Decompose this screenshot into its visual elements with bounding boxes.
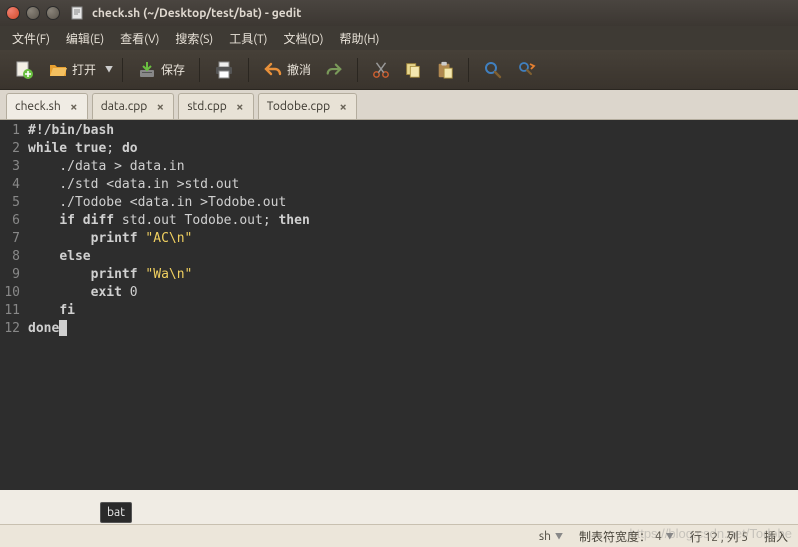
app-icon (70, 5, 86, 21)
toolbar-separator (199, 58, 200, 82)
menu-search[interactable]: 搜索(S) (167, 27, 221, 50)
window-titlebar: check.sh (~/Desktop/test/bat) - gedit (0, 0, 798, 26)
tab-std-cpp[interactable]: std.cpp × (178, 93, 253, 119)
window-title: check.sh (~/Desktop/test/bat) - gedit (92, 7, 301, 20)
status-cursor-label: 行 12 , 列 5 (690, 528, 748, 545)
tab-label: Todobe.cpp (267, 100, 330, 113)
status-lang-label: sh (539, 530, 551, 543)
chevron-down-icon: ▼ (666, 531, 674, 542)
open-button[interactable]: 打开 (42, 55, 102, 85)
print-button[interactable] (208, 55, 240, 85)
close-icon[interactable]: × (153, 100, 167, 114)
window-close-button[interactable] (6, 6, 20, 20)
menu-tools[interactable]: 工具(T) (221, 27, 275, 50)
tab-todobe-cpp[interactable]: Todobe.cpp × (258, 93, 357, 119)
close-icon[interactable]: × (233, 100, 247, 114)
toolbar-separator (468, 58, 469, 82)
open-label: 打开 (72, 61, 96, 78)
search-button[interactable] (477, 55, 509, 85)
tab-label: std.cpp (187, 100, 226, 113)
status-mode-label: 插入 (764, 528, 788, 545)
undo-label: 撤消 (287, 61, 311, 78)
line-number-gutter: 123456789101112 (0, 120, 24, 490)
tab-label: check.sh (15, 100, 61, 113)
menu-docs[interactable]: 文档(D) (275, 27, 331, 50)
status-language[interactable]: sh ▼ (539, 530, 563, 543)
menu-view[interactable]: 查看(V) (112, 27, 167, 50)
close-icon[interactable]: × (67, 100, 81, 114)
undo-button[interactable]: 撤消 (257, 55, 317, 85)
toolbar-separator (248, 58, 249, 82)
copy-button[interactable] (398, 55, 428, 85)
status-tabwidth[interactable]: 制表符宽度： 4 ▼ (579, 528, 674, 545)
chevron-down-icon: ▼ (555, 531, 563, 542)
redo-button[interactable] (319, 55, 349, 85)
window-maximize-button[interactable] (46, 6, 60, 20)
status-bar: sh ▼ 制表符宽度： 4 ▼ 行 12 , 列 5 插入 (0, 524, 798, 547)
code-content[interactable]: #!/bin/bashwhile true; do ./data > data.… (24, 120, 798, 490)
toolbar-separator (357, 58, 358, 82)
tab-check-sh[interactable]: check.sh × (6, 93, 88, 119)
editor-area[interactable]: 123456789101112 #!/bin/bashwhile true; d… (0, 120, 798, 490)
save-button[interactable]: 保存 (131, 55, 191, 85)
tab-data-cpp[interactable]: data.cpp × (92, 93, 175, 119)
toolbar-separator (122, 58, 123, 82)
menu-edit[interactable]: 编辑(E) (58, 27, 112, 50)
paste-button[interactable] (430, 55, 460, 85)
tab-label: data.cpp (101, 100, 148, 113)
status-tabwidth-label: 制表符宽度： (579, 528, 651, 545)
find-replace-button[interactable] (511, 55, 543, 85)
new-file-button[interactable] (8, 55, 40, 85)
menu-help[interactable]: 帮助(H) (332, 27, 388, 50)
open-dropdown[interactable]: ▼ (104, 64, 114, 75)
breadcrumb-tooltip: bat (100, 502, 132, 523)
cut-button[interactable] (366, 55, 396, 85)
window-minimize-button[interactable] (26, 6, 40, 20)
window-buttons (6, 6, 60, 20)
status-cursor: 行 12 , 列 5 (690, 528, 748, 545)
tab-bar: check.sh × data.cpp × std.cpp × Todobe.c… (0, 90, 798, 120)
status-insert-mode[interactable]: 插入 (764, 528, 788, 545)
save-label: 保存 (161, 61, 185, 78)
status-tabwidth-value: 4 (655, 530, 662, 543)
menu-file[interactable]: 文件(F) (4, 27, 58, 50)
menu-bar: 文件(F) 编辑(E) 查看(V) 搜索(S) 工具(T) 文档(D) 帮助(H… (0, 26, 798, 50)
toolbar: 打开 ▼ 保存 撤消 (0, 50, 798, 90)
close-icon[interactable]: × (336, 100, 350, 114)
